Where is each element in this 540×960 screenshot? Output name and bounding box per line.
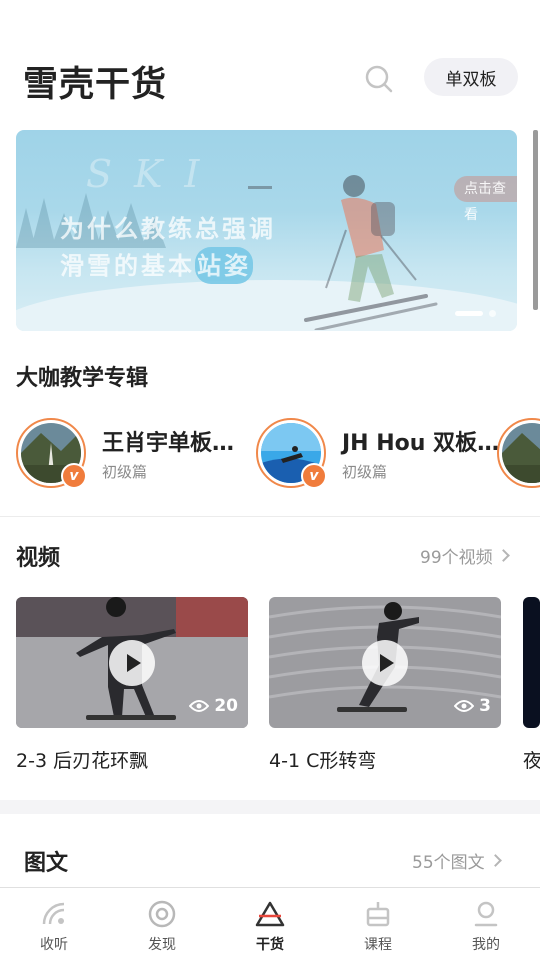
tab-courses[interactable]: 课程 <box>324 888 432 960</box>
page-title: 雪壳干货 <box>23 65 168 105</box>
banner-highlight: 站姿 <box>195 247 253 284</box>
header: 雪壳干货 单双板 <box>0 0 540 118</box>
tab-label: 干货 <box>256 937 284 953</box>
experts-section-title: 大咖教学专辑 <box>16 366 149 391</box>
discover-icon <box>148 900 176 928</box>
expert-name: JH Hou 双板… <box>342 430 500 456</box>
view-count: 3 <box>454 696 491 716</box>
banner-carousel[interactable]: SKI 为什么教练总强调 滑雪的基本站姿 点击查看 <box>16 130 517 331</box>
banner-headline: 为什么教练总强调 滑雪的基本站姿 <box>60 210 276 284</box>
avatar: v <box>256 418 327 489</box>
eye-icon <box>454 700 475 712</box>
tab-label: 课程 <box>364 937 392 953</box>
video-thumbnail: 3 <box>269 597 501 728</box>
videos-more-label: 99个视频 <box>420 548 493 568</box>
search-icon[interactable] <box>364 64 394 94</box>
play-icon[interactable] <box>109 640 155 686</box>
video-card-partial[interactable]: 夜 <box>523 597 540 773</box>
scroll-indicator <box>533 130 538 310</box>
video-title: 夜 <box>523 750 540 772</box>
profile-icon <box>474 901 498 927</box>
section-divider <box>0 516 540 517</box>
tab-label: 我的 <box>472 937 500 953</box>
tab-discover[interactable]: 发现 <box>108 888 216 960</box>
view-count-value: 3 <box>479 696 491 716</box>
verified-badge: v <box>301 463 327 489</box>
video-card[interactable]: 20 2-3 后刃花环飘 <box>16 597 248 773</box>
view-count: 20 <box>189 696 238 716</box>
banner-cta[interactable]: 点击查看 <box>454 176 517 223</box>
expert-level: 初级篇 <box>342 462 388 481</box>
banner-line1: 为什么教练总强调 <box>60 214 276 243</box>
eye-icon <box>189 700 210 712</box>
videos-more-link[interactable]: 99个视频 <box>420 543 510 568</box>
verified-badge: v <box>61 463 87 489</box>
expert-item[interactable]: v JH Hou 双板… 初级篇 <box>256 418 500 489</box>
avatar-partial[interactable] <box>497 418 540 488</box>
banner-line2-prefix: 滑雪的基本 <box>60 251 195 280</box>
banner-line2: 滑雪的基本站姿 <box>60 247 276 284</box>
videos-section-title: 视频 <box>16 546 61 571</box>
carousel-dots <box>455 310 496 317</box>
tab-label: 收听 <box>40 937 68 953</box>
expert-level: 初级篇 <box>102 462 148 481</box>
play-icon[interactable] <box>362 640 408 686</box>
tab-dry-goods[interactable]: 干货 <box>216 888 324 960</box>
avatar: v <box>16 418 87 489</box>
articles-more-label: 55个图文 <box>412 853 485 873</box>
bottom-tab-bar: 收听 发现 干货 课程 我的 <box>0 887 540 960</box>
lift-icon <box>366 902 390 927</box>
video-thumbnail <box>523 597 540 728</box>
triangle-icon <box>255 901 285 927</box>
tab-profile[interactable]: 我的 <box>432 888 540 960</box>
section-separator <box>0 800 540 814</box>
video-thumbnail: 20 <box>16 597 248 728</box>
view-count-value: 20 <box>214 696 238 716</box>
chevron-right-icon <box>496 549 510 562</box>
carousel-dot-active <box>455 311 483 316</box>
board-type-button[interactable]: 单双板 <box>424 58 518 96</box>
banner-dash <box>248 186 272 189</box>
video-title: 2-3 后刃花环飘 <box>16 750 149 772</box>
signal-icon <box>42 902 65 925</box>
tab-listen[interactable]: 收听 <box>0 888 108 960</box>
articles-more-link[interactable]: 55个图文 <box>412 848 502 873</box>
banner-watermark: SKI <box>86 152 222 196</box>
tab-label: 发现 <box>148 937 176 953</box>
expert-name: 王肖宇单板… <box>102 430 235 456</box>
articles-section-title: 图文 <box>24 851 69 876</box>
skier-illustration <box>304 175 438 330</box>
video-title: 4-1 C形转弯 <box>269 750 377 772</box>
chevron-right-icon <box>488 854 502 867</box>
video-card[interactable]: 3 4-1 C形转弯 <box>269 597 501 773</box>
carousel-dot <box>489 310 496 317</box>
expert-item[interactable]: v 王肖宇单板… 初级篇 <box>16 418 235 489</box>
